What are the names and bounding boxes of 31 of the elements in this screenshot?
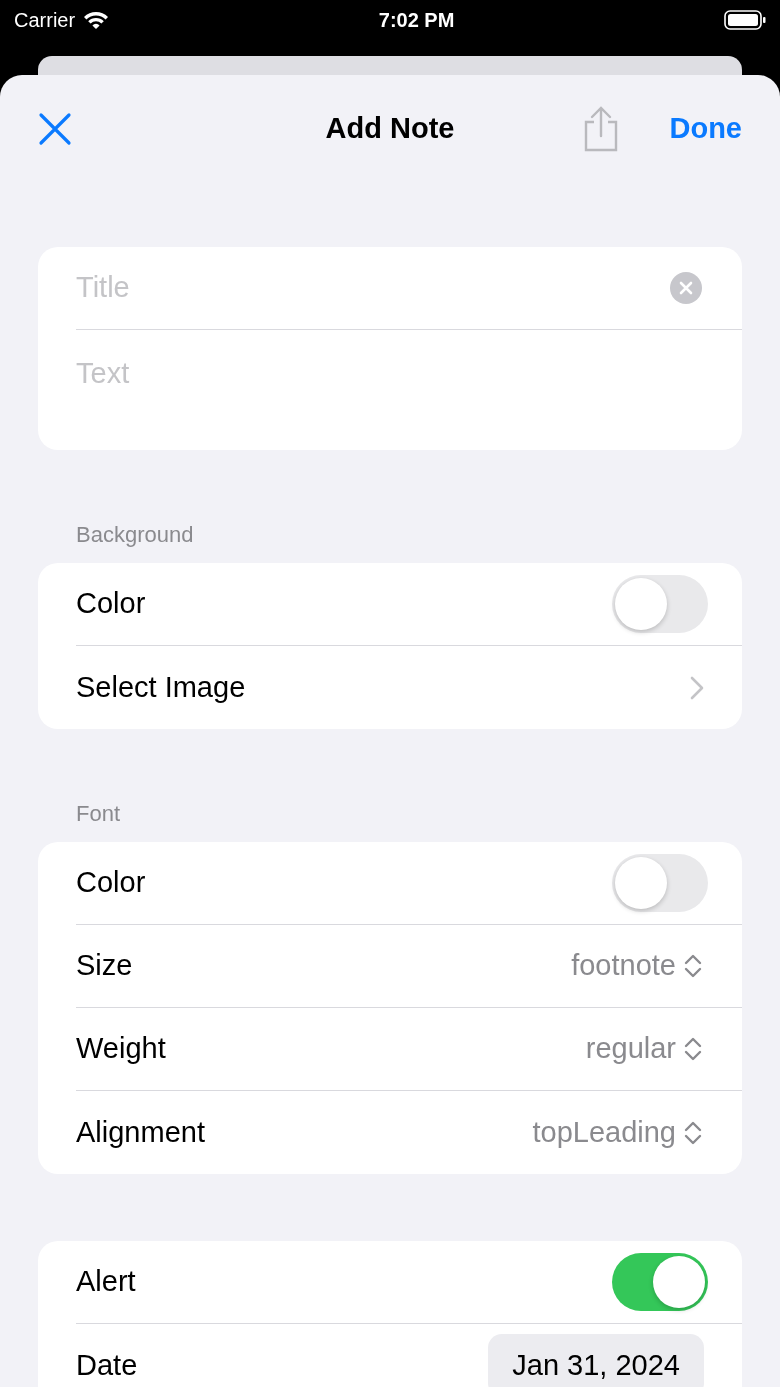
battery-icon (724, 10, 766, 30)
date-picker[interactable]: Jan 31, 2024 (488, 1333, 704, 1387)
up-down-icon[interactable] (684, 1119, 702, 1146)
row-label: Alignment (76, 1114, 205, 1150)
picker-value[interactable]: topLeading (532, 1110, 676, 1155)
text-area[interactable]: Text (76, 352, 130, 396)
done-button[interactable]: Done (669, 107, 742, 151)
section-header: Background (76, 521, 195, 549)
toggle-switch[interactable] (612, 1253, 708, 1311)
toggle-switch[interactable] (612, 854, 708, 912)
row-label: Alert (76, 1264, 136, 1300)
up-down-icon[interactable] (684, 953, 702, 979)
row-label: Date (76, 1347, 138, 1383)
status-time: 7:02 PM (378, 8, 455, 33)
picker-value[interactable]: footnote (571, 944, 676, 988)
carrier-name: Carrier (14, 8, 76, 33)
wifi-icon (83, 10, 110, 30)
screen-title: Add Note (325, 111, 455, 147)
up-down-icon[interactable] (684, 1036, 702, 1062)
section-header: Font (76, 800, 122, 828)
row-label: Color (76, 586, 146, 622)
chevron-icon[interactable] (690, 675, 704, 700)
row-label: Size (76, 948, 133, 984)
close-button[interactable] (38, 112, 72, 146)
row-label: Weight (76, 1031, 166, 1067)
row-label: Color (76, 865, 146, 901)
picker-value[interactable]: regular (585, 1027, 676, 1071)
row-label: Select Image (76, 669, 246, 705)
clear-icon[interactable] (670, 272, 702, 304)
toggle-switch[interactable] (612, 575, 708, 633)
input-field[interactable]: Title (76, 266, 130, 310)
